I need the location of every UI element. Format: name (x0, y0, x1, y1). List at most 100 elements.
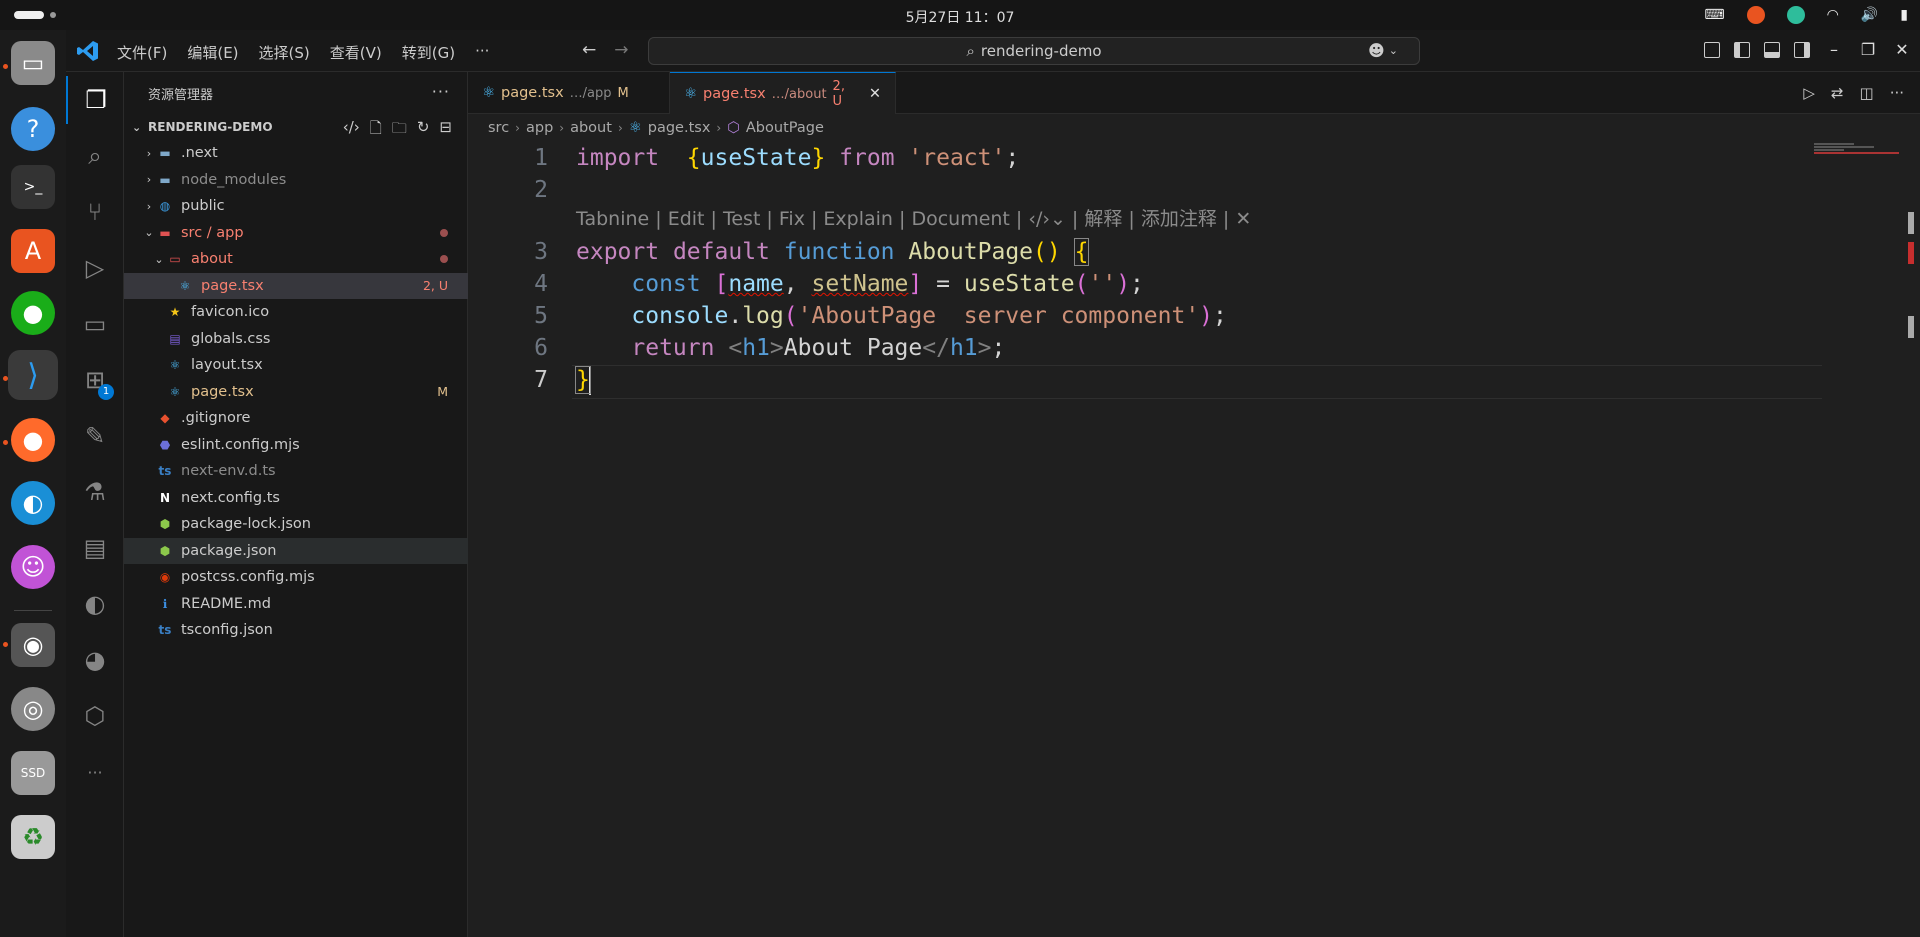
command-center-search[interactable]: ⌕ rendering-demo (648, 37, 1420, 65)
back-arrow-icon[interactable]: ← (582, 40, 596, 60)
code-line-5: console.log('AboutPage server component'… (576, 300, 1227, 332)
breadcrumb-symbol[interactable]: AboutPage (746, 120, 824, 136)
scrollbar-markers[interactable] (1908, 212, 1916, 352)
tree-file[interactable]: ◉ postcss.config.mjs (124, 564, 468, 590)
tree-folder[interactable]: ⌄ ▬ src / app (124, 220, 468, 246)
tree-file[interactable]: Nnext.config.ts (124, 485, 468, 511)
edge-devtools-activity[interactable]: ◐ (66, 580, 124, 628)
dock-help[interactable]: ? (8, 104, 58, 154)
breadcrumb-src[interactable]: src (488, 120, 509, 136)
chevron-right-icon: › (146, 199, 152, 213)
split-editor-icon[interactable]: ◫ (1860, 84, 1874, 102)
compare-icon[interactable]: ⇄ (1831, 84, 1844, 102)
customize-layout-icon[interactable] (1704, 41, 1720, 58)
close-tab-icon[interactable]: ✕ (869, 86, 881, 102)
tab-app-page[interactable]: ⚛ page.tsx …/app M (468, 72, 670, 114)
tree-file[interactable]: ⚛ layout.tsx (124, 352, 468, 378)
breadcrumb-app[interactable]: app (526, 120, 553, 136)
system-clock[interactable]: 5月27日 11：07 (0, 7, 1920, 27)
dock-firefox[interactable]: ● (8, 415, 58, 465)
app-indicator-icon[interactable] (1746, 6, 1765, 24)
minimize-icon[interactable]: – (1824, 40, 1844, 59)
battery-icon[interactable]: ▮ (1900, 6, 1908, 24)
more-actions-icon[interactable]: ··· (1890, 84, 1904, 102)
react-icon: ⚛ (169, 358, 181, 372)
testing-activity[interactable]: ⚗ (66, 468, 124, 516)
tree-file[interactable]: ts tsconfig.json (124, 617, 468, 643)
code-editor[interactable]: 1 2 3 4 5 6 7 import {useState} from 're… (468, 142, 1920, 937)
copilot-button[interactable]: ☻ ⌄ (1368, 41, 1398, 60)
workspace-section-header[interactable]: ⌄ RENDERING-DEMO ‹/› 🗋 🗀 ↻ ⊟ (124, 114, 468, 140)
volume-icon[interactable]: 🔊 (1861, 6, 1878, 24)
explorer-activity[interactable]: ❐ (66, 76, 124, 124)
toggle-secondary-sidebar-icon[interactable] (1794, 41, 1810, 58)
github-activity[interactable]: ◕ (66, 636, 124, 684)
forward-arrow-icon[interactable]: → (614, 40, 628, 60)
dock-trash[interactable]: ♻ (8, 812, 58, 862)
toggle-primary-sidebar-icon[interactable] (1734, 41, 1750, 58)
tree-file[interactable]: ts next-env.d.ts (124, 458, 468, 484)
string: '' (1088, 271, 1117, 297)
dock-app-center[interactable]: A (8, 226, 58, 276)
dock-files[interactable]: ▭ (8, 38, 58, 88)
more-activity[interactable]: ··· (66, 748, 124, 796)
tree-item-label: page.tsx (191, 383, 254, 400)
extensions-badge: 1 (98, 384, 114, 400)
dock-edge[interactable]: ◐ (8, 478, 58, 528)
run-icon[interactable]: ▷ (1803, 84, 1815, 102)
remote-explorer-activity[interactable]: ▭ (66, 300, 124, 348)
breadcrumb-file[interactable]: page.tsx (648, 120, 711, 136)
tree-folder[interactable]: › ▬ node_modules (124, 167, 468, 193)
menu-selection[interactable]: 选择(S) (259, 42, 310, 63)
wifi-icon[interactable]: ◠ (1827, 6, 1839, 24)
keyboard-icon[interactable]: ⌨ (1704, 6, 1724, 24)
tree-file[interactable]: ⬣ eslint.config.mjs (124, 432, 468, 458)
search-activity[interactable]: ⌕ (66, 132, 124, 180)
webcam-icon: ◉ (11, 623, 55, 667)
dock-webcam[interactable]: ◉ (8, 620, 58, 670)
tree-file[interactable]: ★ favicon.ico (124, 299, 468, 325)
brush-activity[interactable]: ✎ (66, 412, 124, 460)
close-window-icon[interactable]: ✕ (1892, 40, 1912, 59)
tree-folder[interactable]: › ▬ .next (124, 140, 468, 166)
cube-activity[interactable]: ⬡ (66, 692, 124, 740)
parens: () (1033, 239, 1061, 265)
github-icon: ◕ (84, 646, 106, 674)
menu-go[interactable]: 转到(G) (402, 42, 455, 63)
dock-ssd[interactable]: SSD (8, 748, 58, 798)
tab-about-page[interactable]: ⚛ page.tsx …/about 2, U ✕ (670, 72, 896, 115)
tree-file[interactable]: ⬢ package.json (124, 537, 468, 564)
tree-folder[interactable]: › ◍ public (124, 193, 468, 219)
tree-file[interactable]: ⚛ page.tsx 2, U (124, 272, 468, 299)
explorer-more-icon[interactable]: ··· (432, 82, 450, 101)
menu-more[interactable]: ··· (475, 42, 489, 63)
dock-vscode[interactable]: ⟩ (8, 350, 58, 400)
menu-view[interactable]: 查看(V) (330, 42, 382, 63)
dock-wechat[interactable]: ● (8, 288, 58, 338)
navigation-buttons: ← → (582, 40, 629, 60)
tree-folder[interactable]: ⌄ ▭ about (124, 246, 468, 272)
containers-activity[interactable]: ▤ (66, 524, 124, 572)
tree-file[interactable]: ◆ .gitignore (124, 405, 468, 431)
dock-cat-app[interactable]: ☺ (8, 542, 58, 592)
restore-icon[interactable]: ❐ (1858, 40, 1878, 59)
sync-indicator-icon[interactable] (1786, 6, 1805, 24)
minimap[interactable] (1814, 142, 1904, 162)
tree-file[interactable]: ℹ README.md (124, 591, 468, 617)
menu-file[interactable]: 文件(F) (117, 42, 167, 63)
source-control-activity[interactable]: ⑂ (66, 188, 124, 236)
menu-edit[interactable]: 编辑(E) (187, 42, 238, 63)
react-icon: ⚛ (169, 384, 181, 399)
brace: { (1073, 238, 1090, 266)
dock-disc[interactable]: ◎ (8, 684, 58, 734)
tabnine-codelens[interactable]: Tabnine | Edit | Test | Fix | Explain | … (576, 204, 1251, 231)
extensions-activity[interactable]: ⊞ 1 (66, 356, 124, 404)
toggle-panel-icon[interactable] (1764, 41, 1780, 58)
run-debug-activity[interactable]: ▷ (66, 244, 124, 292)
dock-terminal[interactable]: >_ (8, 162, 58, 212)
tree-file[interactable]: ▤ globals.css (124, 326, 468, 352)
breadcrumb-about[interactable]: about (570, 120, 612, 136)
tree-file[interactable]: ⬢ package-lock.json (124, 511, 468, 537)
line-number: 5 (534, 303, 548, 329)
tree-file[interactable]: ⚛ page.tsx M (124, 379, 468, 405)
